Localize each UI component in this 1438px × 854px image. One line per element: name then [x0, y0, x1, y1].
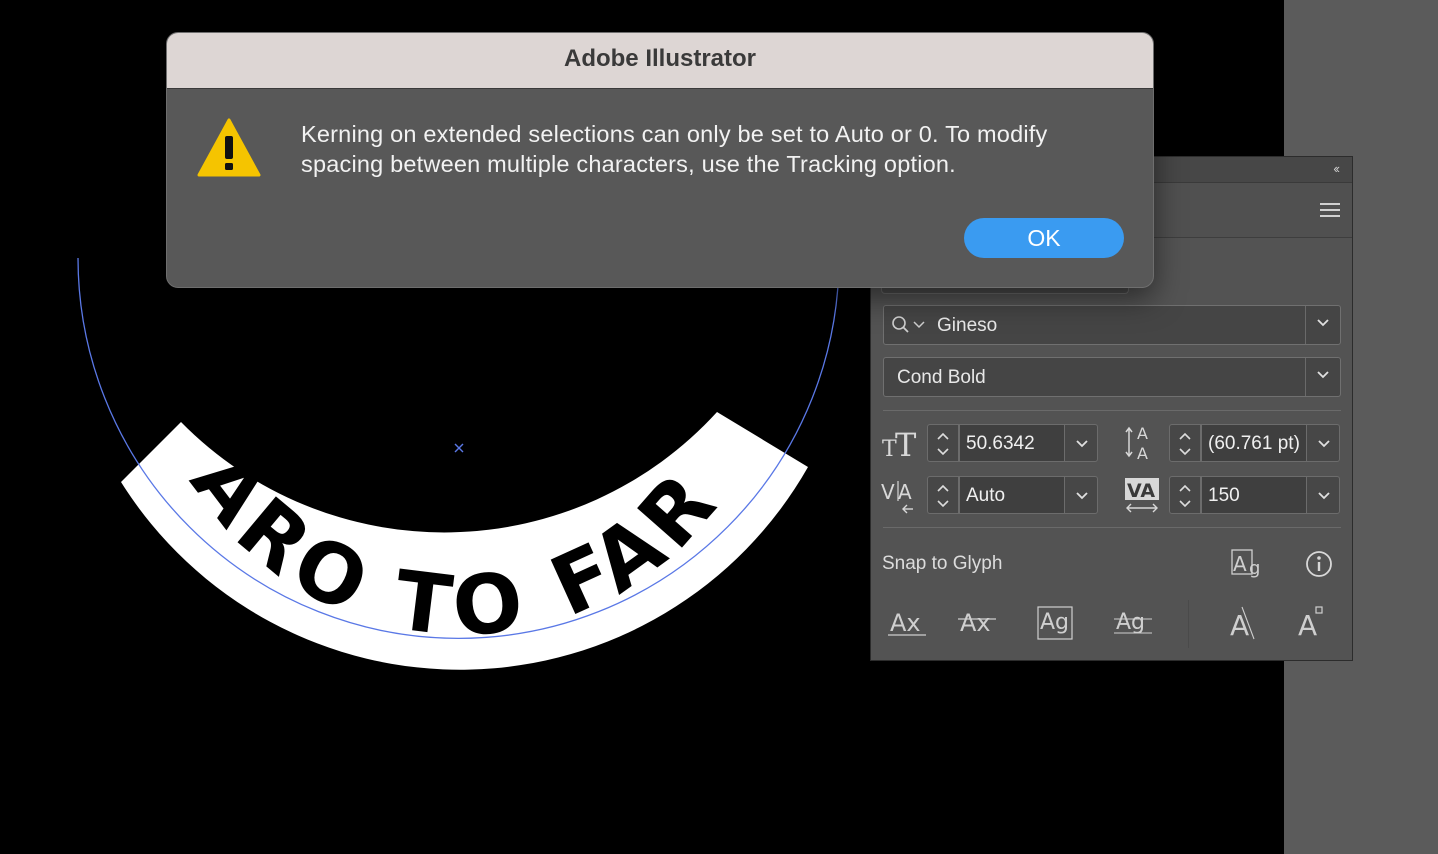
double-chevron-left-icon[interactable]: ‹‹: [1333, 161, 1340, 176]
glyph-bounds-icon[interactable]: A g: [1229, 546, 1269, 582]
font-size-icon: T T: [882, 426, 917, 464]
leading-dropdown[interactable]: [1306, 424, 1340, 462]
chevron-down-icon[interactable]: [1316, 316, 1330, 330]
font-style-dropdown[interactable]: Cond Bold: [883, 357, 1341, 397]
svg-text:A: A: [1230, 609, 1249, 641]
svg-text:V: V: [881, 480, 895, 504]
angular-guides-icon[interactable]: A: [1224, 605, 1264, 641]
alert-dialog: Adobe Illustrator Kerning on extended se…: [166, 32, 1154, 288]
kerning-stepper[interactable]: [927, 476, 959, 514]
glyph-options-separator: [1188, 600, 1189, 648]
tracking-dropdown[interactable]: [1306, 476, 1340, 514]
svg-text:Ag: Ag: [1040, 610, 1069, 635]
svg-text:A: A: [1233, 552, 1247, 576]
svg-text:VA: VA: [1127, 480, 1155, 502]
svg-text:A: A: [1137, 424, 1148, 443]
tracking-input[interactable]: 150: [1201, 476, 1307, 514]
tracking-stepper[interactable]: [1169, 476, 1201, 514]
warning-icon: [197, 118, 261, 177]
leading-stepper[interactable]: [1169, 424, 1201, 462]
kerning-input[interactable]: Auto: [959, 476, 1065, 514]
font-family-value: Gineso: [937, 315, 998, 336]
chevron-down-icon: [1076, 440, 1088, 448]
x-height-snap-icon[interactable]: Ax: [958, 605, 998, 641]
font-style-value: Cond Bold: [897, 367, 986, 388]
svg-text:T: T: [895, 426, 917, 464]
font-size-stepper[interactable]: [927, 424, 959, 462]
svg-text:A: A: [898, 480, 912, 504]
leading-input[interactable]: (60.761 pt): [1201, 424, 1307, 462]
dialog-titlebar[interactable]: Adobe Illustrator: [167, 33, 1153, 89]
chevron-down-icon: [1076, 492, 1088, 500]
chevron-down-icon: [1318, 492, 1330, 500]
dialog-message: Kerning on extended selections can only …: [301, 121, 1048, 177]
svg-text:g: g: [1249, 558, 1260, 579]
info-icon[interactable]: [1299, 546, 1339, 582]
ok-button[interactable]: OK: [964, 218, 1124, 258]
menu-icon[interactable]: [1320, 203, 1340, 217]
dialog-title: Adobe Illustrator: [563, 45, 756, 72]
chevron-down-icon[interactable]: [1316, 368, 1330, 382]
search-icon[interactable]: [890, 315, 930, 335]
panel-divider: [883, 527, 1341, 528]
snap-to-glyph-label: Snap to Glyph: [882, 553, 1003, 574]
font-family-dropdown[interactable]: Gineso: [883, 305, 1341, 345]
kerning-dropdown[interactable]: [1064, 476, 1098, 514]
proximity-guides-icon[interactable]: Ag: [1114, 605, 1154, 641]
anchor-point-icon[interactable]: A: [1294, 605, 1334, 641]
chevron-down-icon: [1318, 440, 1330, 448]
font-size-dropdown[interactable]: [1064, 424, 1098, 462]
svg-text:Ax: Ax: [960, 609, 991, 637]
baseline-snap-icon[interactable]: Ax: [888, 605, 928, 641]
svg-text:A: A: [1298, 609, 1317, 641]
kerning-icon: V A: [881, 480, 913, 514]
tracking-icon: VA: [1125, 478, 1159, 513]
glyph-bounds-snap-icon[interactable]: Ag: [1036, 605, 1076, 641]
svg-text:Ax: Ax: [890, 609, 921, 637]
center-point-mark: [454, 443, 464, 453]
leading-icon: A A: [1125, 424, 1148, 462]
panel-divider: [883, 410, 1341, 411]
svg-text:Ag: Ag: [1116, 610, 1145, 635]
svg-text:A: A: [1137, 444, 1148, 462]
font-size-input[interactable]: 50.6342: [959, 424, 1065, 462]
